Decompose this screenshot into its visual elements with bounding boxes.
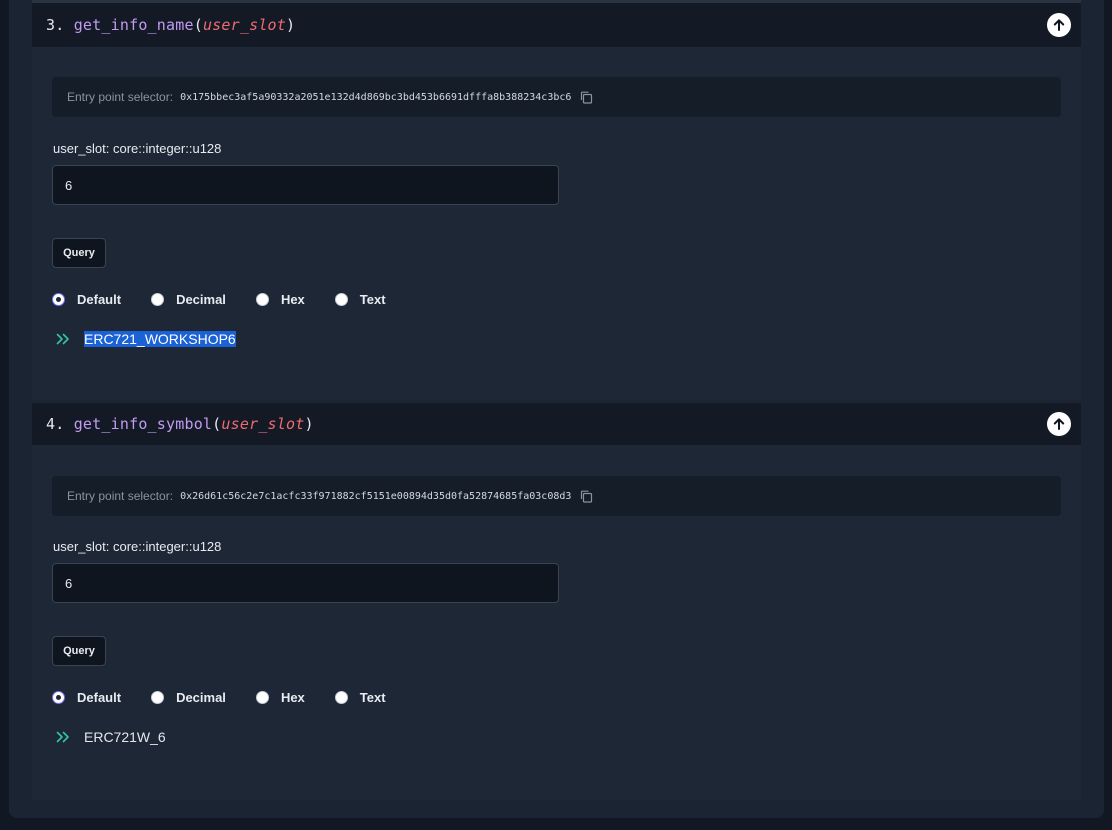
- radio-circle[interactable]: [52, 691, 65, 704]
- result-row: ERC721W_6: [56, 729, 166, 745]
- function-index: 4.: [46, 415, 65, 433]
- function-index: 3.: [46, 16, 65, 34]
- function-header[interactable]: 3. get_info_name(user_slot): [32, 3, 1081, 47]
- function-card-get-info-name: 3. get_info_name(user_slot) Entry point …: [32, 3, 1081, 400]
- radio-circle[interactable]: [334, 293, 348, 306]
- radio-circle[interactable]: [151, 293, 165, 306]
- result-value[interactable]: ERC721_WORKSHOP6: [84, 331, 236, 347]
- radio-decimal[interactable]: Decimal: [151, 690, 226, 705]
- selector-label: Entry point selector:: [67, 90, 174, 104]
- radio-label: Hex: [280, 690, 305, 705]
- selector-value: 0x175bbec3af5a90332a2051e132d4d869bc3bd4…: [180, 91, 572, 103]
- radio-label: Decimal: [176, 292, 226, 307]
- radio-label: Text: [359, 690, 386, 705]
- radio-circle[interactable]: [334, 691, 348, 704]
- copy-icon[interactable]: [580, 91, 593, 104]
- selector-label: Entry point selector:: [67, 489, 174, 503]
- user-slot-input[interactable]: [52, 165, 559, 205]
- double-chevron-right-icon: [56, 731, 69, 743]
- entry-point-selector: Entry point selector: 0x26d61c56c2e7c1ac…: [52, 476, 1061, 516]
- double-chevron-right-icon: [56, 333, 69, 345]
- copy-icon[interactable]: [580, 490, 593, 503]
- function-name: get_info_symbol: [73, 415, 213, 433]
- radio-hex[interactable]: Hex: [255, 292, 305, 307]
- query-button[interactable]: Query: [52, 238, 106, 268]
- function-card-get-info-symbol: 4. get_info_symbol(user_slot) Entry poin…: [32, 403, 1081, 800]
- result-value[interactable]: ERC721W_6: [84, 729, 166, 745]
- user-slot-label: user_slot: core::integer::u128: [53, 539, 222, 554]
- radio-default[interactable]: Default: [52, 690, 121, 705]
- radio-circle[interactable]: [255, 293, 269, 306]
- radio-text[interactable]: Text: [334, 292, 386, 307]
- user-slot-label: user_slot: core::integer::u128: [53, 141, 222, 156]
- radio-circle[interactable]: [52, 293, 65, 306]
- radio-default[interactable]: Default: [52, 292, 121, 307]
- radio-label: Hex: [280, 292, 305, 307]
- selector-value: 0x26d61c56c2e7c1acfc33f971882cf5151e0089…: [180, 490, 572, 502]
- radio-text[interactable]: Text: [334, 690, 386, 705]
- format-radio-group: Default Decimal Hex Text: [52, 292, 386, 307]
- radio-label: Decimal: [176, 690, 226, 705]
- radio-label: Default: [77, 690, 122, 705]
- radio-circle[interactable]: [255, 691, 269, 704]
- radio-label: Default: [77, 292, 122, 307]
- radio-circle[interactable]: [151, 691, 165, 704]
- radio-decimal[interactable]: Decimal: [151, 292, 226, 307]
- function-param: user_slot: [221, 415, 305, 433]
- function-header[interactable]: 4. get_info_symbol(user_slot): [32, 403, 1081, 445]
- radio-hex[interactable]: Hex: [255, 690, 305, 705]
- entry-point-selector: Entry point selector: 0x175bbec3af5a9033…: [52, 77, 1061, 117]
- query-button[interactable]: Query: [52, 636, 106, 666]
- collapse-button[interactable]: [1047, 412, 1071, 436]
- collapse-button[interactable]: [1047, 13, 1071, 37]
- user-slot-input[interactable]: [52, 563, 559, 603]
- function-signature: 4. get_info_symbol(user_slot): [46, 415, 314, 433]
- radio-label: Text: [359, 292, 386, 307]
- function-name: get_info_name: [73, 16, 194, 34]
- arrow-up-circle-icon: [1053, 19, 1065, 31]
- arrow-up-circle-icon: [1053, 418, 1065, 430]
- result-row: ERC721_WORKSHOP6: [56, 331, 236, 347]
- function-signature: 3. get_info_name(user_slot): [46, 16, 296, 34]
- format-radio-group: Default Decimal Hex Text: [52, 690, 386, 705]
- function-param: user_slot: [202, 16, 287, 34]
